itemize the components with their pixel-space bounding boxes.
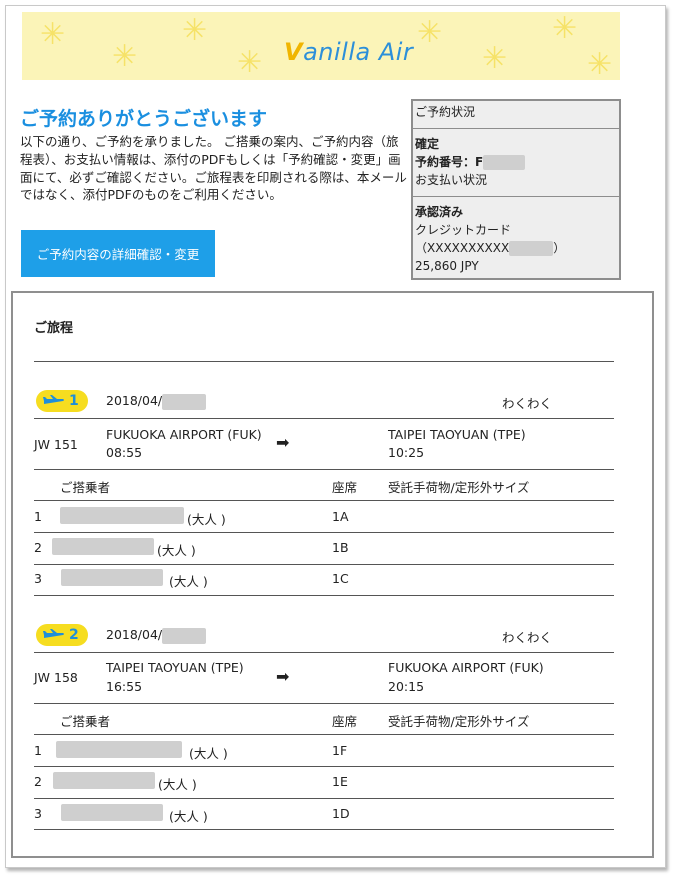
itinerary-section: ご旅程 1 2018/04/ わくわく JW 151 FUKUOKA AIRPO… — [11, 291, 654, 858]
redacted-passenger-name — [52, 538, 154, 555]
itinerary-title: ご旅程 — [34, 321, 74, 336]
redacted-passenger-name — [53, 772, 155, 789]
flower-decoration-icon: ✳ — [587, 47, 613, 80]
arrival-airport: FUKUOKA AIRPORT (FUK) — [388, 660, 544, 675]
flight-date: 2018/04/ — [106, 393, 207, 410]
arrival-time: 10:25 — [388, 445, 425, 460]
page-title: ご予約ありがとうございます — [20, 108, 268, 130]
flight-code: JW 158 — [34, 670, 78, 685]
passenger-column-header: ご搭乗者 — [60, 480, 111, 495]
divider — [34, 703, 614, 704]
intro-text: 以下の通り、ご予約を承りました。 ご搭乗の案内、ご予約内容（旅程表）、お支払い情… — [20, 134, 407, 203]
passenger-column-header: ご搭乗者 — [60, 714, 111, 729]
flight-badge: 2 — [36, 624, 88, 646]
booking-status-box: ご予約状況 確定 予約番号：F お支払い状況 承認済み クレジットカード （XX… — [411, 99, 621, 280]
baggage-column-header: 受託手荷物/定形外サイズ — [388, 714, 530, 729]
flight-code: JW 151 — [34, 437, 78, 452]
arrival-time: 20:15 — [388, 679, 425, 694]
payment-amount: 25,860 JPY — [415, 259, 479, 273]
divider — [34, 829, 614, 830]
seat-column-header: 座席 — [332, 480, 358, 495]
status-confirm-section: 確定 予約番号：F お支払い状況 — [413, 129, 619, 197]
flower-decoration-icon: ✳ — [40, 17, 66, 52]
seat-number: 1F — [332, 743, 348, 758]
fare-type: わくわく — [502, 396, 553, 411]
redacted-passenger-name — [56, 741, 182, 758]
departure-airport: TAIPEI TAOYUAN (TPE) — [106, 660, 244, 675]
seat-number: 1E — [332, 774, 348, 789]
passenger-index: 3 — [34, 806, 42, 821]
flower-decoration-icon: ✳ — [182, 13, 208, 48]
passenger-type: (大人 ) — [187, 512, 226, 527]
status-approved: 承認済み — [415, 205, 464, 219]
redacted-date — [162, 627, 207, 644]
status-title: ご予約状況 — [413, 101, 619, 129]
fare-type: わくわく — [502, 630, 553, 645]
seat-number: 1A — [332, 509, 349, 524]
plane-icon — [43, 629, 64, 638]
status-payment-section: 承認済み クレジットカード （XXXXXXXXXX ） 25,860 JPY — [413, 197, 619, 277]
seat-number: 1B — [332, 540, 349, 555]
seat-number: 1D — [332, 806, 350, 821]
flight-number-badge: 2 — [69, 627, 79, 643]
status-confirmed: 確定 — [415, 137, 440, 151]
card-number-close: ） — [553, 241, 566, 255]
arrival-airport: TAIPEI TAOYUAN (TPE) — [388, 427, 526, 442]
flower-decoration-icon: ✳ — [237, 45, 263, 80]
divider — [34, 500, 614, 501]
divider — [34, 418, 614, 419]
divider — [34, 798, 614, 799]
divider — [34, 564, 614, 565]
departure-airport: FUKUOKA AIRPORT (FUK) — [106, 427, 262, 442]
departure-time: 08:55 — [106, 445, 143, 460]
flower-decoration-icon: ✳ — [552, 12, 578, 46]
seat-number: 1C — [332, 571, 349, 586]
redacted-booking-number — [483, 155, 526, 170]
payment-method: クレジットカード — [415, 223, 512, 237]
seat-column-header: 座席 — [332, 714, 358, 729]
passenger-index: 1 — [34, 743, 42, 758]
passenger-index: 2 — [34, 540, 42, 555]
passenger-type: (大人 ) — [157, 543, 196, 558]
arrow-right-icon: ➡ — [276, 667, 290, 686]
redacted-date — [162, 393, 207, 410]
divider — [34, 532, 614, 533]
redacted-passenger-name — [61, 569, 163, 586]
flight-badge: 1 — [36, 390, 88, 412]
redacted-passenger-name — [61, 804, 163, 821]
passenger-type: (大人 ) — [169, 574, 208, 589]
divider — [34, 361, 614, 362]
baggage-column-header: 受託手荷物/定形外サイズ — [388, 480, 530, 495]
passenger-type: (大人 ) — [189, 746, 228, 761]
divider — [34, 734, 614, 735]
divider — [34, 595, 614, 596]
booking-details-button[interactable]: ご予約内容の詳細確認・変更 — [21, 230, 215, 277]
flight-date: 2018/04/ — [106, 627, 207, 644]
flower-decoration-icon: ✳ — [482, 41, 508, 76]
divider — [34, 469, 614, 470]
header-banner: ✳ ✳ ✳ ✳ ✳ ✳ ✳ ✳ Vanilla Air — [22, 12, 620, 80]
plane-icon — [43, 395, 64, 404]
departure-time: 16:55 — [106, 679, 143, 694]
flower-decoration-icon: ✳ — [417, 15, 443, 50]
passenger-type: (大人 ) — [169, 809, 208, 824]
passenger-index: 2 — [34, 774, 42, 789]
flower-decoration-icon: ✳ — [112, 39, 138, 74]
divider — [34, 766, 614, 767]
arrow-right-icon: ➡ — [276, 433, 290, 452]
card-number: （XXXXXXXXXX — [415, 241, 510, 255]
redacted-card-number — [509, 241, 554, 256]
passenger-index: 3 — [34, 571, 42, 586]
redacted-passenger-name — [60, 507, 184, 524]
flight-number-badge: 1 — [69, 393, 79, 409]
booking-number-label: 予約番号：F — [415, 155, 484, 169]
payment-status-label: お支払い状況 — [415, 173, 488, 187]
vanilla-air-logo: Vanilla Air — [284, 38, 414, 66]
passenger-index: 1 — [34, 509, 42, 524]
divider — [34, 652, 614, 653]
passenger-type: (大人 ) — [158, 777, 197, 792]
